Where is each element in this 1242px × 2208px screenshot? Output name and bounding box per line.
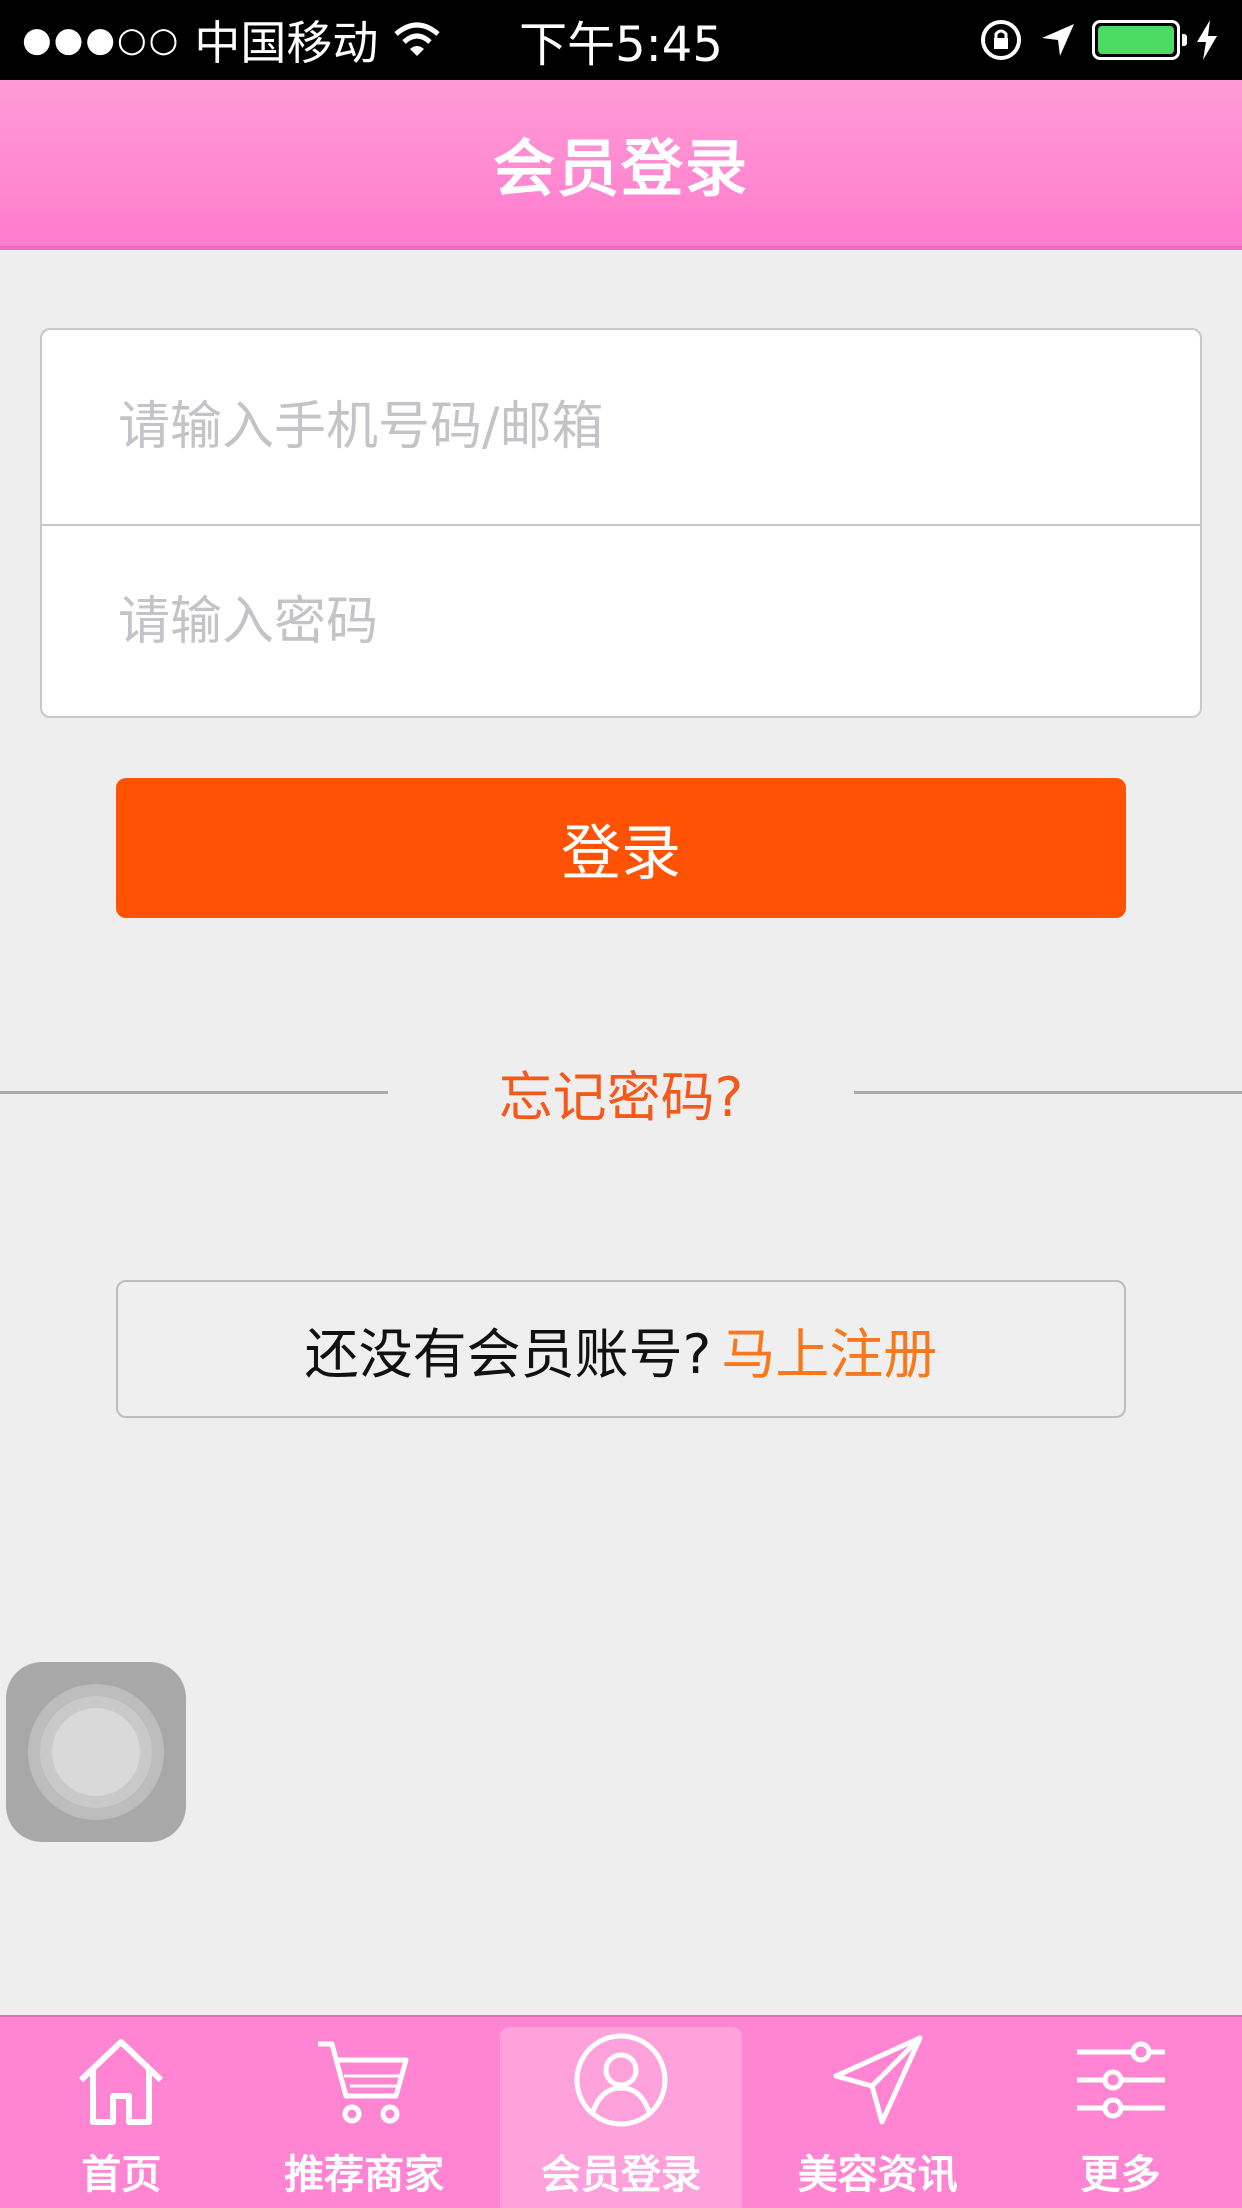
- tab-home-label: 首页: [81, 2152, 162, 2198]
- tab-beauty-news-label: 美容资讯: [797, 2152, 958, 2198]
- charging-bolt-icon: [1197, 20, 1217, 60]
- app-header: 会员登录: [0, 80, 1242, 250]
- status-left: ●●●○○ 中国移动: [22, 7, 442, 73]
- assistive-touch-ring: [28, 1684, 164, 1820]
- page-title: 会员登录: [492, 132, 749, 205]
- user-icon: [574, 2033, 668, 2127]
- carrier-name: 中国移动: [194, 16, 379, 70]
- tab-member-login[interactable]: 会员登录: [499, 2027, 743, 2208]
- tab-beauty-news[interactable]: 美容资讯: [756, 2017, 999, 2208]
- divider-right: [854, 1090, 1242, 1094]
- tab-home[interactable]: 首页: [0, 2017, 243, 2208]
- signal-strength: ●●●○○: [22, 20, 181, 60]
- forgot-password-row: 忘记密码?: [0, 1052, 1242, 1132]
- register-box[interactable]: 还没有会员账号? 马上注册: [116, 1280, 1126, 1418]
- login-form: [40, 328, 1202, 718]
- register-prompt: 还没有会员账号?: [304, 1322, 712, 1386]
- tab-more-label: 更多: [1080, 2152, 1161, 2198]
- account-row: [42, 330, 1200, 524]
- wifi-icon: [394, 22, 440, 56]
- send-icon: [833, 2035, 923, 2125]
- home-icon: [79, 2039, 164, 2125]
- battery-level: [1098, 26, 1174, 54]
- assistive-touch-inner-ring: [40, 1696, 152, 1808]
- login-button[interactable]: 登录: [116, 778, 1126, 918]
- status-bar: ●●●○○ 中国移动 下午5:45: [0, 0, 1242, 80]
- password-row: [42, 524, 1200, 716]
- account-input[interactable]: [118, 397, 1200, 457]
- sliders-icon: [1076, 2041, 1165, 2119]
- assistive-touch-core: [52, 1708, 140, 1796]
- battery-icon: [1092, 20, 1187, 60]
- tab-bar: 首页 推荐商家 会员登录 美容资讯 更多: [0, 2015, 1242, 2208]
- tab-more[interactable]: 更多: [999, 2017, 1242, 2208]
- password-input[interactable]: [118, 592, 1200, 652]
- tab-recommended-merchants-label: 推荐商家: [284, 2152, 445, 2198]
- tab-member-login-label: 会员登录: [540, 2152, 701, 2198]
- orientation-lock-icon: [981, 20, 1021, 60]
- location-arrow-icon: [1042, 24, 1074, 56]
- divider-left: [0, 1090, 388, 1094]
- tab-recommended-merchants[interactable]: 推荐商家: [243, 2017, 486, 2208]
- status-right: [978, 17, 1220, 63]
- forgot-password-link[interactable]: 忘记密码?: [388, 1053, 854, 1132]
- assistive-touch-button[interactable]: [6, 1662, 186, 1842]
- cart-icon: [318, 2041, 409, 2124]
- register-link[interactable]: 马上注册: [721, 1310, 937, 1389]
